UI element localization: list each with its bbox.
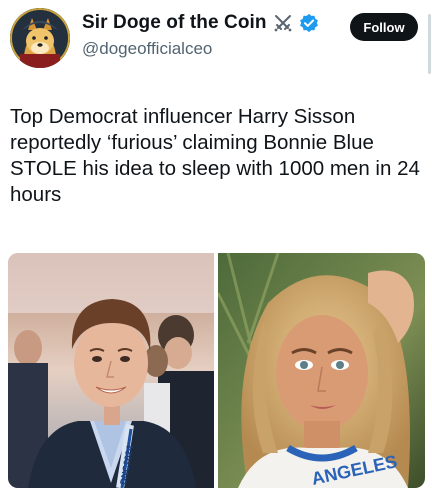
photo-woman-selfie: ANGELES	[218, 253, 425, 488]
verified-badge-icon	[299, 13, 318, 33]
photo-man-at-convention: DNC2024	[8, 253, 214, 488]
handle[interactable]: @dogeofficialceo	[82, 39, 212, 59]
display-name[interactable]: Sir Doge of the Coin	[82, 12, 267, 34]
media-image-right[interactable]: ANGELES	[218, 253, 425, 488]
doge-avatar-icon	[10, 8, 70, 68]
avatar[interactable]	[10, 8, 70, 68]
post-text: Top Democrat influencer Harry Sisson rep…	[10, 105, 420, 206]
post-header: Sir Doge of the Coin @dogeofficialceo Fo…	[8, 6, 424, 68]
media-grid: DNC2024 ANGELES	[8, 253, 425, 488]
crossed-swords-icon	[274, 15, 292, 32]
follow-button[interactable]: Follow	[350, 13, 418, 41]
scrollbar[interactable]	[428, 14, 431, 74]
media-image-left[interactable]: DNC2024	[8, 253, 214, 488]
name-row: Sir Doge of the Coin	[82, 12, 319, 34]
